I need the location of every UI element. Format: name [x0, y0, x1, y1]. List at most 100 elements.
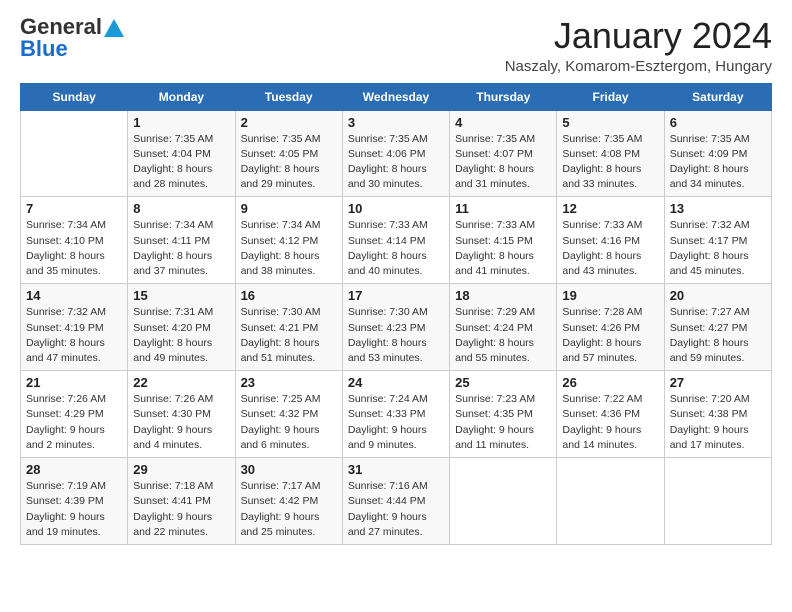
calendar-cell: 18Sunrise: 7:29 AMSunset: 4:24 PMDayligh… — [450, 284, 557, 371]
calendar-week-row: 28 Sunrise: 7:19 AMSunset: 4:39 PMDayligh… — [21, 458, 772, 545]
day-number: 14 — [26, 288, 122, 303]
day-number: 9 — [241, 201, 337, 216]
day-number: 10 — [348, 201, 444, 216]
day-info: Sunrise: 7:32 AMSunset: 4:17 PMDaylight:… — [670, 218, 766, 279]
day-number: 2 — [241, 115, 337, 130]
logo-general: General — [20, 16, 102, 38]
day-info: Sunrise: 7:30 AMSunset: 4:21 PMDaylight:… — [241, 305, 337, 366]
calendar-cell: 10 Sunrise: 7:33 AMSunset: 4:14 PMDayligh… — [342, 197, 449, 284]
day-number: 25 — [455, 375, 551, 390]
logo: General Blue — [20, 16, 124, 62]
day-number: 12 — [562, 201, 658, 216]
day-info: Sunrise: 7:19 AMSunset: 4:39 PMDaylight:… — [26, 479, 122, 540]
calendar-cell: 29 Sunrise: 7:18 AMSunset: 4:41 PMDayligh… — [128, 458, 235, 545]
day-info: Sunrise: 7:27 AMSunset: 4:27 PMDaylight:… — [670, 305, 766, 366]
day-number: 31 — [348, 462, 444, 477]
calendar-cell: 15 Sunrise: 7:31 AMSunset: 4:20 PMDayligh… — [128, 284, 235, 371]
day-number: 22 — [133, 375, 229, 390]
calendar-cell: 14 Sunrise: 7:32 AMSunset: 4:19 PMDayligh… — [21, 284, 128, 371]
calendar-header: SundayMondayTuesdayWednesdayThursdayFrid… — [21, 83, 772, 110]
day-info: Sunrise: 7:16 AMSunset: 4:44 PMDaylight:… — [348, 479, 444, 540]
day-info: Sunrise: 7:35 AMSunset: 4:09 PMDaylight:… — [670, 132, 766, 193]
day-info: Sunrise: 7:17 AMSunset: 4:42 PMDaylight:… — [241, 479, 337, 540]
weekday-header: Saturday — [664, 83, 771, 110]
weekday-row: SundayMondayTuesdayWednesdayThursdayFrid… — [21, 83, 772, 110]
calendar-cell: 6 Sunrise: 7:35 AMSunset: 4:09 PMDaylight… — [664, 110, 771, 197]
day-number: 3 — [348, 115, 444, 130]
calendar-cell: 11 Sunrise: 7:33 AMSunset: 4:15 PMDayligh… — [450, 197, 557, 284]
day-info: Sunrise: 7:30 AMSunset: 4:23 PMDaylight:… — [348, 305, 444, 366]
calendar-cell: 12 Sunrise: 7:33 AMSunset: 4:16 PMDayligh… — [557, 197, 664, 284]
calendar-cell: 28 Sunrise: 7:19 AMSunset: 4:39 PMDayligh… — [21, 458, 128, 545]
page-header: General Blue January 2024 Naszaly, Komar… — [20, 16, 772, 75]
day-number: 23 — [241, 375, 337, 390]
calendar-cell: 3Sunrise: 7:35 AMSunset: 4:06 PMDaylight… — [342, 110, 449, 197]
title-section: January 2024 Naszaly, Komarom-Esztergom,… — [505, 16, 772, 75]
month-title: January 2024 — [505, 16, 772, 56]
calendar-cell: 25 Sunrise: 7:23 AMSunset: 4:35 PMDayligh… — [450, 371, 557, 458]
calendar-cell: 20 Sunrise: 7:27 AMSunset: 4:27 PMDayligh… — [664, 284, 771, 371]
day-number: 20 — [670, 288, 766, 303]
day-info: Sunrise: 7:34 AMSunset: 4:11 PMDaylight:… — [133, 218, 229, 279]
day-info: Sunrise: 7:25 AMSunset: 4:32 PMDaylight:… — [241, 392, 337, 453]
weekday-header: Friday — [557, 83, 664, 110]
calendar-cell: 31 Sunrise: 7:16 AMSunset: 4:44 PMDayligh… — [342, 458, 449, 545]
day-number: 6 — [670, 115, 766, 130]
calendar-cell: 22 Sunrise: 7:26 AMSunset: 4:30 PMDayligh… — [128, 371, 235, 458]
calendar-cell: 13 Sunrise: 7:32 AMSunset: 4:17 PMDayligh… — [664, 197, 771, 284]
day-info: Sunrise: 7:28 AMSunset: 4:26 PMDaylight:… — [562, 305, 658, 366]
calendar-cell: 17 Sunrise: 7:30 AMSunset: 4:23 PMDayligh… — [342, 284, 449, 371]
day-info: Sunrise: 7:35 AMSunset: 4:04 PMDaylight:… — [133, 132, 229, 193]
day-info: Sunrise: 7:22 AMSunset: 4:36 PMDaylight:… — [562, 392, 658, 453]
calendar-week-row: 1 Sunrise: 7:35 AMSunset: 4:04 PMDaylight… — [21, 110, 772, 197]
day-number: 5 — [562, 115, 658, 130]
calendar-cell: 9Sunrise: 7:34 AMSunset: 4:12 PMDaylight… — [235, 197, 342, 284]
day-number: 21 — [26, 375, 122, 390]
day-number: 30 — [241, 462, 337, 477]
day-info: Sunrise: 7:34 AMSunset: 4:10 PMDaylight:… — [26, 218, 122, 279]
day-info: Sunrise: 7:26 AMSunset: 4:29 PMDaylight:… — [26, 392, 122, 453]
calendar-cell: 30 Sunrise: 7:17 AMSunset: 4:42 PMDayligh… — [235, 458, 342, 545]
calendar-cell: 5Sunrise: 7:35 AMSunset: 4:08 PMDaylight… — [557, 110, 664, 197]
day-info: Sunrise: 7:23 AMSunset: 4:35 PMDaylight:… — [455, 392, 551, 453]
day-number: 15 — [133, 288, 229, 303]
weekday-header: Thursday — [450, 83, 557, 110]
day-number: 24 — [348, 375, 444, 390]
day-info: Sunrise: 7:20 AMSunset: 4:38 PMDaylight:… — [670, 392, 766, 453]
day-info: Sunrise: 7:35 AMSunset: 4:05 PMDaylight:… — [241, 132, 337, 193]
logo-blue: Blue — [20, 36, 68, 62]
day-number: 1 — [133, 115, 229, 130]
calendar-cell: 24Sunrise: 7:24 AMSunset: 4:33 PMDayligh… — [342, 371, 449, 458]
day-number: 7 — [26, 201, 122, 216]
calendar-week-row: 21 Sunrise: 7:26 AMSunset: 4:29 PMDayligh… — [21, 371, 772, 458]
day-number: 29 — [133, 462, 229, 477]
day-info: Sunrise: 7:31 AMSunset: 4:20 PMDaylight:… — [133, 305, 229, 366]
day-number: 8 — [133, 201, 229, 216]
day-info: Sunrise: 7:18 AMSunset: 4:41 PMDaylight:… — [133, 479, 229, 540]
day-number: 28 — [26, 462, 122, 477]
location: Naszaly, Komarom-Esztergom, Hungary — [505, 58, 772, 75]
day-info: Sunrise: 7:33 AMSunset: 4:15 PMDaylight:… — [455, 218, 551, 279]
day-number: 26 — [562, 375, 658, 390]
day-info: Sunrise: 7:29 AMSunset: 4:24 PMDaylight:… — [455, 305, 551, 366]
day-number: 11 — [455, 201, 551, 216]
day-info: Sunrise: 7:33 AMSunset: 4:16 PMDaylight:… — [562, 218, 658, 279]
calendar-cell: 27 Sunrise: 7:20 AMSunset: 4:38 PMDayligh… — [664, 371, 771, 458]
calendar-cell: 23 Sunrise: 7:25 AMSunset: 4:32 PMDayligh… — [235, 371, 342, 458]
logo-triangle-icon — [104, 19, 124, 37]
calendar-cell — [557, 458, 664, 545]
day-number: 27 — [670, 375, 766, 390]
day-info: Sunrise: 7:33 AMSunset: 4:14 PMDaylight:… — [348, 218, 444, 279]
day-info: Sunrise: 7:32 AMSunset: 4:19 PMDaylight:… — [26, 305, 122, 366]
calendar-cell: 2 Sunrise: 7:35 AMSunset: 4:05 PMDaylight… — [235, 110, 342, 197]
day-info: Sunrise: 7:35 AMSunset: 4:07 PMDaylight:… — [455, 132, 551, 193]
calendar-cell: 8 Sunrise: 7:34 AMSunset: 4:11 PMDaylight… — [128, 197, 235, 284]
calendar-body: 1 Sunrise: 7:35 AMSunset: 4:04 PMDaylight… — [21, 110, 772, 544]
day-number: 13 — [670, 201, 766, 216]
weekday-header: Wednesday — [342, 83, 449, 110]
day-number: 17 — [348, 288, 444, 303]
calendar-week-row: 14 Sunrise: 7:32 AMSunset: 4:19 PMDayligh… — [21, 284, 772, 371]
day-info: Sunrise: 7:26 AMSunset: 4:30 PMDaylight:… — [133, 392, 229, 453]
calendar-cell: 21 Sunrise: 7:26 AMSunset: 4:29 PMDayligh… — [21, 371, 128, 458]
calendar-week-row: 7 Sunrise: 7:34 AMSunset: 4:10 PMDaylight… — [21, 197, 772, 284]
